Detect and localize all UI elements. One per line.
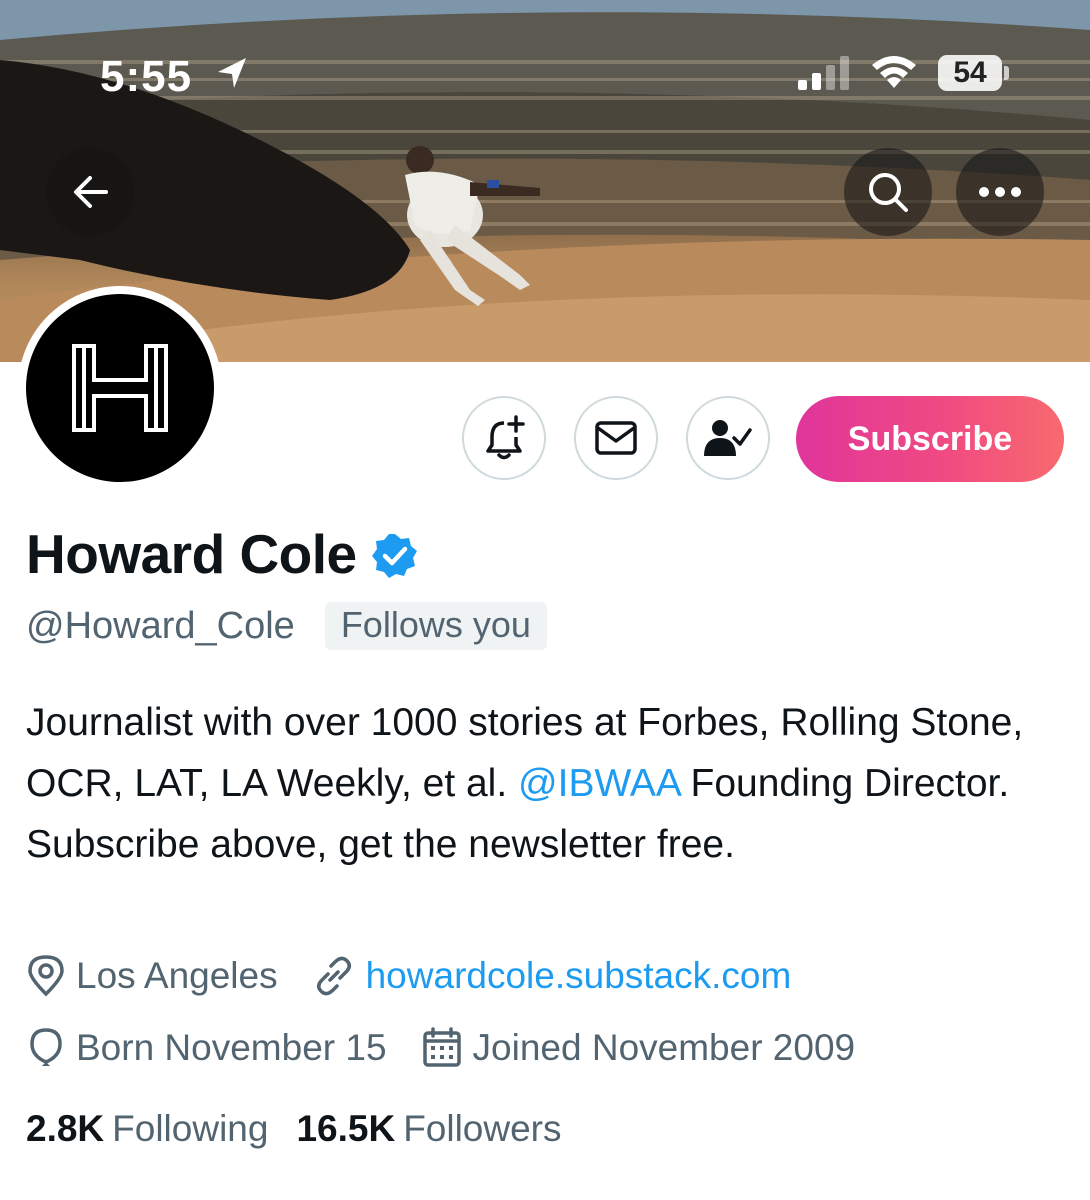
- bio-mention-link[interactable]: @IBWAA: [518, 762, 680, 805]
- following-link[interactable]: 2.8K Following: [26, 1108, 268, 1150]
- profile-bio: Journalist with over 1000 stories at For…: [26, 692, 1066, 875]
- more-button[interactable]: [956, 148, 1044, 236]
- verified-badge-icon[interactable]: [371, 532, 419, 580]
- envelope-icon: [595, 421, 637, 455]
- wifi-icon: [872, 56, 916, 88]
- joined-item: Joined November 2009: [421, 1027, 856, 1069]
- status-time: 5:55: [100, 52, 193, 101]
- handle-row: @Howard_Cole Follows you: [26, 602, 547, 650]
- message-button[interactable]: [574, 396, 658, 480]
- cellular-signal-icon: [798, 56, 849, 90]
- followers-count: 16.5K: [296, 1108, 396, 1149]
- joined-text: Joined November 2009: [472, 1027, 856, 1068]
- followers-label: Followers: [403, 1108, 562, 1149]
- profile-meta-row-1: Los Angeles howardcole.substack.com: [26, 954, 791, 998]
- status-bar: 5:55 54: [0, 0, 1090, 140]
- search-button[interactable]: [844, 148, 932, 236]
- handle: @Howard_Cole: [26, 604, 295, 647]
- more-icon: [979, 187, 1021, 197]
- link-icon: [316, 956, 351, 996]
- battery-level: 54: [938, 55, 1002, 91]
- location-arrow-icon: [218, 58, 246, 88]
- subscribe-button[interactable]: Subscribe: [796, 396, 1064, 482]
- birthday-text: Born November 15: [76, 1027, 387, 1068]
- location-text: Los Angeles: [76, 955, 278, 996]
- balloon-icon: [30, 1028, 62, 1066]
- arrow-left-icon: [74, 176, 108, 208]
- location-pin-icon: [28, 955, 64, 997]
- avatar[interactable]: [26, 294, 214, 482]
- h-logo: [72, 344, 168, 432]
- follows-you-badge: Follows you: [324, 602, 547, 650]
- notifications-button[interactable]: [462, 396, 546, 480]
- following-count: 2.8K: [26, 1108, 105, 1149]
- bell-plus-icon: [486, 415, 525, 460]
- search-icon: [869, 173, 908, 212]
- calendar-icon: [422, 1027, 461, 1067]
- follow-stats: 2.8K Following 16.5K Followers: [26, 1108, 562, 1150]
- person-check-icon: [704, 420, 752, 456]
- following-button[interactable]: [686, 396, 770, 480]
- back-button[interactable]: [46, 148, 134, 236]
- following-label: Following: [112, 1108, 269, 1149]
- website-link[interactable]: howardcole.substack.com: [366, 955, 792, 997]
- location-item: Los Angeles: [26, 954, 278, 998]
- profile-name-row: Howard Cole: [26, 522, 419, 586]
- profile-meta-row-2: Born November 15 Joined November 2009: [26, 1026, 855, 1070]
- followers-link[interactable]: 16.5K Followers: [296, 1108, 561, 1150]
- birthday-item: Born November 15: [26, 1026, 387, 1070]
- display-name: Howard Cole: [26, 523, 357, 585]
- website-item[interactable]: howardcole.substack.com: [312, 954, 792, 998]
- battery-tip: [1004, 66, 1009, 80]
